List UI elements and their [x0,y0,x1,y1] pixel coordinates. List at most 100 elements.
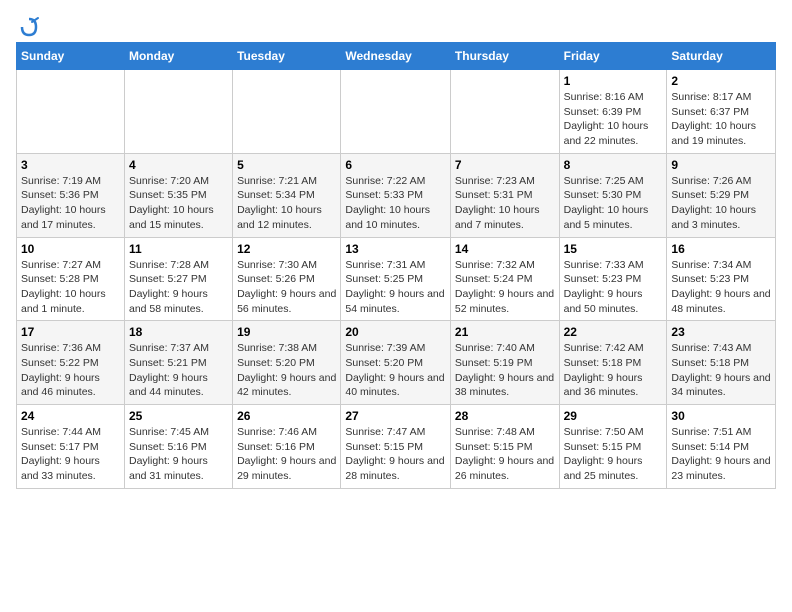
day-info: Sunrise: 7:50 AMSunset: 5:15 PMDaylight:… [564,425,663,484]
day-number: 23 [671,325,771,339]
calendar-cell: 20 Sunrise: 7:39 AMSunset: 5:20 PMDayligh… [341,321,451,405]
calendar-week-1: 1Sunrise: 8:16 AMSunset: 6:39 PMDaylight… [17,70,776,154]
day-number: 9 [671,158,771,172]
day-info: Sunrise: 7:22 AMSunset: 5:33 PMDaylight:… [345,174,446,233]
calendar-week-4: 17 Sunrise: 7:36 AMSunset: 5:22 PMDayligh… [17,321,776,405]
day-number: 12 [237,242,336,256]
day-number: 6 [345,158,446,172]
calendar-cell: 13 Sunrise: 7:31 AMSunset: 5:25 PMDayligh… [341,237,451,321]
day-number: 16 [671,242,771,256]
calendar-cell: 14 Sunrise: 7:32 AMSunset: 5:24 PMDayligh… [450,237,559,321]
logo [16,16,40,34]
day-number: 28 [455,409,555,423]
day-info: Sunrise: 7:45 AMSunset: 5:16 PMDaylight:… [129,425,228,484]
calendar-header-row: SundayMondayTuesdayWednesdayThursdayFrid… [17,43,776,70]
day-header-friday: Friday [559,43,667,70]
day-number: 2 [671,74,771,88]
calendar-cell [124,70,232,154]
day-info: Sunrise: 7:32 AMSunset: 5:24 PMDaylight:… [455,258,555,317]
day-header-saturday: Saturday [667,43,776,70]
calendar-cell: 3Sunrise: 7:19 AMSunset: 5:36 PMDaylight… [17,153,125,237]
day-info: Sunrise: 7:43 AMSunset: 5:18 PMDaylight:… [671,341,771,400]
day-number: 13 [345,242,446,256]
day-header-thursday: Thursday [450,43,559,70]
calendar-cell: 30Sunrise: 7:51 AMSunset: 5:14 PMDayligh… [667,405,776,489]
calendar-cell: 18Sunrise: 7:37 AMSunset: 5:21 PMDayligh… [124,321,232,405]
calendar-week-5: 24Sunrise: 7:44 AMSunset: 5:17 PMDayligh… [17,405,776,489]
day-info: Sunrise: 7:36 AMSunset: 5:22 PMDaylight:… [21,341,120,400]
calendar-cell: 16 Sunrise: 7:34 AMSunset: 5:23 PMDayligh… [667,237,776,321]
calendar-cell: 22 Sunrise: 7:42 AMSunset: 5:18 PMDayligh… [559,321,667,405]
calendar-cell: 19Sunrise: 7:38 AMSunset: 5:20 PMDayligh… [233,321,341,405]
day-number: 15 [564,242,663,256]
calendar-cell: 29 Sunrise: 7:50 AMSunset: 5:15 PMDayligh… [559,405,667,489]
day-info: Sunrise: 7:47 AMSunset: 5:15 PMDaylight:… [345,425,446,484]
day-info: Sunrise: 7:39 AMSunset: 5:20 PMDaylight:… [345,341,446,400]
day-number: 8 [564,158,663,172]
calendar-week-2: 3Sunrise: 7:19 AMSunset: 5:36 PMDaylight… [17,153,776,237]
calendar-cell: 1Sunrise: 8:16 AMSunset: 6:39 PMDaylight… [559,70,667,154]
calendar: SundayMondayTuesdayWednesdayThursdayFrid… [16,42,776,489]
calendar-cell: 10 Sunrise: 7:27 AMSunset: 5:28 PMDayligh… [17,237,125,321]
calendar-cell: 27 Sunrise: 7:47 AMSunset: 5:15 PMDayligh… [341,405,451,489]
day-info: Sunrise: 7:46 AMSunset: 5:16 PMDaylight:… [237,425,336,484]
day-info: Sunrise: 7:27 AMSunset: 5:28 PMDaylight:… [21,258,120,317]
day-info: Sunrise: 7:40 AMSunset: 5:19 PMDaylight:… [455,341,555,400]
day-number: 10 [21,242,120,256]
day-number: 17 [21,325,120,339]
day-header-monday: Monday [124,43,232,70]
calendar-cell: 11 Sunrise: 7:28 AMSunset: 5:27 PMDayligh… [124,237,232,321]
calendar-cell [341,70,451,154]
calendar-cell: 26 Sunrise: 7:46 AMSunset: 5:16 PMDayligh… [233,405,341,489]
day-number: 20 [345,325,446,339]
calendar-cell: 21 Sunrise: 7:40 AMSunset: 5:19 PMDayligh… [450,321,559,405]
calendar-cell: 8 Sunrise: 7:25 AMSunset: 5:30 PMDaylight… [559,153,667,237]
calendar-cell: 28Sunrise: 7:48 AMSunset: 5:15 PMDayligh… [450,405,559,489]
day-number: 22 [564,325,663,339]
day-info: Sunrise: 7:23 AMSunset: 5:31 PMDaylight:… [455,174,555,233]
calendar-cell: 12 Sunrise: 7:30 AMSunset: 5:26 PMDayligh… [233,237,341,321]
day-info: Sunrise: 7:38 AMSunset: 5:20 PMDaylight:… [237,341,336,400]
calendar-cell: 24Sunrise: 7:44 AMSunset: 5:17 PMDayligh… [17,405,125,489]
day-info: Sunrise: 7:21 AMSunset: 5:34 PMDaylight:… [237,174,336,233]
calendar-cell: 9 Sunrise: 7:26 AMSunset: 5:29 PMDaylight… [667,153,776,237]
calendar-cell: 5 Sunrise: 7:21 AMSunset: 5:34 PMDaylight… [233,153,341,237]
day-number: 5 [237,158,336,172]
logo-icon [18,16,40,38]
day-info: Sunrise: 7:30 AMSunset: 5:26 PMDaylight:… [237,258,336,317]
day-number: 1 [564,74,663,88]
calendar-cell [450,70,559,154]
day-info: Sunrise: 7:26 AMSunset: 5:29 PMDaylight:… [671,174,771,233]
day-info: Sunrise: 7:31 AMSunset: 5:25 PMDaylight:… [345,258,446,317]
calendar-cell: 15 Sunrise: 7:33 AMSunset: 5:23 PMDayligh… [559,237,667,321]
day-info: Sunrise: 8:17 AMSunset: 6:37 PMDaylight:… [671,90,771,149]
calendar-cell [17,70,125,154]
day-info: Sunrise: 7:34 AMSunset: 5:23 PMDaylight:… [671,258,771,317]
calendar-cell: 23 Sunrise: 7:43 AMSunset: 5:18 PMDayligh… [667,321,776,405]
day-header-sunday: Sunday [17,43,125,70]
day-number: 7 [455,158,555,172]
day-number: 26 [237,409,336,423]
day-number: 30 [671,409,771,423]
day-info: Sunrise: 7:20 AMSunset: 5:35 PMDaylight:… [129,174,228,233]
day-number: 11 [129,242,228,256]
day-number: 25 [129,409,228,423]
day-info: Sunrise: 7:42 AMSunset: 5:18 PMDaylight:… [564,341,663,400]
page-header [16,16,776,34]
day-number: 14 [455,242,555,256]
calendar-week-3: 10 Sunrise: 7:27 AMSunset: 5:28 PMDayligh… [17,237,776,321]
day-info: Sunrise: 7:25 AMSunset: 5:30 PMDaylight:… [564,174,663,233]
calendar-cell [233,70,341,154]
day-info: Sunrise: 7:33 AMSunset: 5:23 PMDaylight:… [564,258,663,317]
day-number: 29 [564,409,663,423]
day-number: 3 [21,158,120,172]
calendar-cell: 25 Sunrise: 7:45 AMSunset: 5:16 PMDayligh… [124,405,232,489]
day-info: Sunrise: 7:28 AMSunset: 5:27 PMDaylight:… [129,258,228,317]
calendar-cell: 4Sunrise: 7:20 AMSunset: 5:35 PMDaylight… [124,153,232,237]
day-header-tuesday: Tuesday [233,43,341,70]
day-number: 21 [455,325,555,339]
calendar-cell: 7 Sunrise: 7:23 AMSunset: 5:31 PMDaylight… [450,153,559,237]
day-number: 27 [345,409,446,423]
day-number: 24 [21,409,120,423]
calendar-cell: 6 Sunrise: 7:22 AMSunset: 5:33 PMDaylight… [341,153,451,237]
